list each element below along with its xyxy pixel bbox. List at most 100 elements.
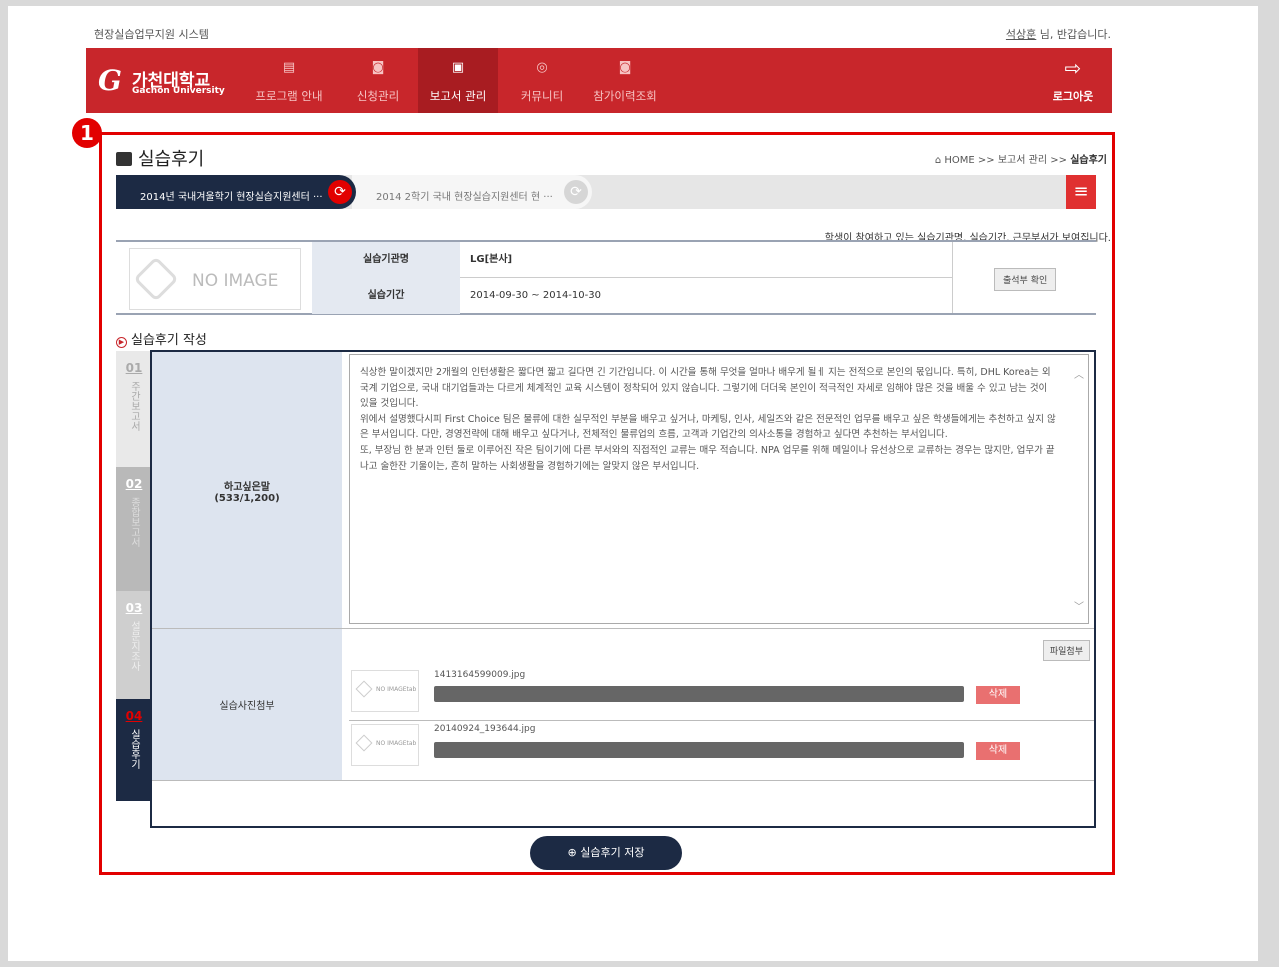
comment-label: 하고싶은말: [224, 482, 270, 493]
nav-item-program[interactable]: ▤ 프로그램 안내: [246, 48, 332, 113]
section-title-text: 실습후기 작성: [131, 333, 207, 348]
attendance-button[interactable]: 출석부 확인: [994, 268, 1057, 291]
search-doc-icon: ◙: [371, 60, 385, 75]
page-title: 실습후기: [116, 145, 204, 171]
logout-icon: ⇨: [1064, 56, 1082, 80]
nav-label: 보고서 관리: [429, 89, 487, 103]
logo-eng: Gachon University: [132, 86, 225, 96]
report-icon: ▣: [451, 60, 465, 75]
period-value: 2014-09-30 ~ 2014-10-30: [470, 290, 601, 301]
breadcrumb-mid[interactable]: 보고서 관리: [998, 155, 1047, 166]
nav-label: 커뮤니티: [520, 89, 564, 103]
photo-divider: [349, 720, 1094, 721]
breadcrumb-home[interactable]: HOME: [944, 155, 974, 166]
comment-label-cell: 하고싶은말 (533/1,200): [152, 352, 342, 628]
section-title: ▶ 실습후기 작성: [116, 329, 207, 348]
side-tab-label: 종합보고서: [128, 497, 140, 547]
breadcrumb: ⌂ HOME >> 보고서 관리 >> 실습후기: [935, 151, 1107, 166]
side-tab-label: 실습후기: [128, 729, 140, 769]
home-icon: ⌂: [934, 155, 945, 166]
divider: [952, 242, 953, 313]
program-tab-1[interactable]: 2014년 국내겨울학기 현장실습지원센터 ··· ⟳: [116, 175, 356, 209]
save-label: 실습후기 저장: [580, 846, 645, 859]
nav-item-report[interactable]: ▣ 보고서 관리: [418, 48, 498, 113]
report-side-tabs: 01 주간보고서 02 종합보고서 03 설문지조사 04 실습후기: [116, 351, 152, 801]
side-tab-num: 02: [125, 477, 143, 491]
logout-label: 로그아웃: [1052, 90, 1094, 103]
save-review-button[interactable]: ⊕ 실습후기 저장: [530, 836, 682, 870]
period-row: 실습기간 2014-09-30 ~ 2014-10-30: [312, 278, 952, 314]
nav-label: 신청관리: [356, 89, 400, 103]
top-bar: 현장실습업무지원 시스템 석상훈 님, 반갑습니다.: [94, 24, 1111, 46]
nav-label: 프로그램 안내: [255, 89, 323, 103]
breadcrumb-current: 실습후기: [1070, 155, 1107, 166]
comment-text: 식상한 말이겠지만 2개월의 인턴생활은 짧다면 짧고 길다면 긴 기간입니다.…: [360, 367, 1056, 472]
side-tab-review[interactable]: 04 실습후기: [116, 699, 152, 801]
period-label: 실습기간: [312, 278, 460, 314]
photo-filename: 20140924_193644.jpg: [434, 724, 536, 734]
comment-count: (533/1,200): [214, 493, 280, 504]
photo-filename: 1413164599009.jpg: [434, 670, 526, 680]
side-tab-summary[interactable]: 02 종합보고서: [116, 467, 152, 591]
report-icon: [116, 152, 132, 166]
org-row: 실습기관명 LG[본사]: [312, 242, 952, 278]
comment-textarea[interactable]: 식상한 말이겠지만 2개월의 인턴생활은 짧다면 짧고 길다면 긴 기간입니다.…: [349, 354, 1089, 624]
nav-item-apply[interactable]: ◙ 신청관리: [342, 48, 414, 113]
user-name-link[interactable]: 석상훈: [1006, 28, 1036, 41]
org-image-placeholder: NO IMAGE: [129, 248, 301, 310]
nav-item-history[interactable]: ◙ 참가이력조회: [584, 48, 666, 113]
org-label: 실습기관명: [312, 242, 460, 278]
logo-mark-icon: G: [98, 64, 122, 97]
tab-label: 2014 2학기 국내 현장실습지원센터 현 ···: [376, 192, 553, 203]
scroll-down-icon[interactable]: ﹀: [1074, 598, 1084, 613]
row-divider: [152, 780, 1094, 781]
photo-thumb: NO IMAGEtab: [351, 670, 419, 712]
breadcrumb-sep: >>: [977, 155, 995, 166]
broadcast-icon: ◎: [536, 60, 548, 75]
thumb-text: NO IMAGEtab: [376, 740, 417, 747]
program-tab-2[interactable]: 2014 2학기 국내 현장실습지원센터 현 ··· ⟳: [352, 175, 592, 209]
page-title-text: 실습후기: [138, 149, 205, 170]
photo-label: 실습사진첨부: [219, 701, 275, 712]
play-icon: ▶: [116, 337, 127, 348]
thumb-text: NO IMAGEtab: [376, 686, 417, 693]
delete-photo-button[interactable]: 삭제: [976, 686, 1020, 704]
no-image-icon: [355, 734, 373, 752]
attach-file-button[interactable]: 파일첨부: [1042, 640, 1090, 661]
system-name: 현장실습업무지원 시스템: [94, 28, 209, 41]
no-image-text: NO IMAGE: [192, 271, 279, 291]
nav-label: 참가이력조회: [593, 89, 657, 103]
side-tab-num: 03: [125, 601, 143, 615]
breadcrumb-sep: >>: [1050, 155, 1067, 166]
nav-item-community[interactable]: ◎ 커뮤니티: [506, 48, 578, 113]
refresh-icon[interactable]: ⟳: [564, 180, 588, 204]
search-doc-icon: ◙: [618, 60, 632, 75]
photo-caption-input[interactable]: [434, 742, 964, 758]
internship-info: NO IMAGE 실습기관명 LG[본사] 실습기간 2014-09-30 ~ …: [116, 240, 1096, 315]
side-tab-num: 04: [125, 709, 143, 723]
delete-photo-button[interactable]: 삭제: [976, 742, 1020, 760]
doc-icon: ▤: [282, 60, 296, 75]
main-nav: G 가천대학교 Gachon University ▤ 프로그램 안내 ◙ 신청…: [86, 48, 1112, 113]
no-image-icon: [355, 680, 373, 698]
photo-label-cell: 실습사진첨부: [152, 629, 342, 780]
side-tab-label: 주간보고서: [128, 381, 140, 431]
tab-label: 2014년 국내겨울학기 현장실습지원센터 ···: [140, 192, 323, 203]
side-tab-num: 01: [125, 361, 143, 375]
program-tab-bar: 2014 2학기 국내 현장실습지원센터 현 ··· ⟳ 2014년 국내겨울학…: [116, 175, 1096, 209]
scroll-up-icon[interactable]: ︿: [1074, 366, 1084, 381]
side-tab-label: 설문지조사: [128, 621, 140, 671]
gachon-logo[interactable]: G 가천대학교 Gachon University: [98, 64, 238, 100]
menu-icon[interactable]: ≡: [1066, 175, 1096, 209]
refresh-icon[interactable]: ⟳: [328, 180, 352, 204]
org-value: LG[본사]: [470, 254, 513, 265]
step-badge: 1: [72, 118, 102, 148]
photo-thumb: NO IMAGEtab: [351, 724, 419, 766]
plus-circle-icon: ⊕: [567, 846, 581, 859]
greeting: 석상훈 님, 반갑습니다.: [1006, 26, 1111, 42]
side-tab-survey[interactable]: 03 설문지조사: [116, 591, 152, 699]
logout-button[interactable]: ⇨ 로그아웃: [1048, 48, 1098, 113]
side-tab-weekly[interactable]: 01 주간보고서: [116, 351, 152, 467]
photo-caption-input[interactable]: [434, 686, 964, 702]
no-image-icon: [133, 256, 179, 302]
